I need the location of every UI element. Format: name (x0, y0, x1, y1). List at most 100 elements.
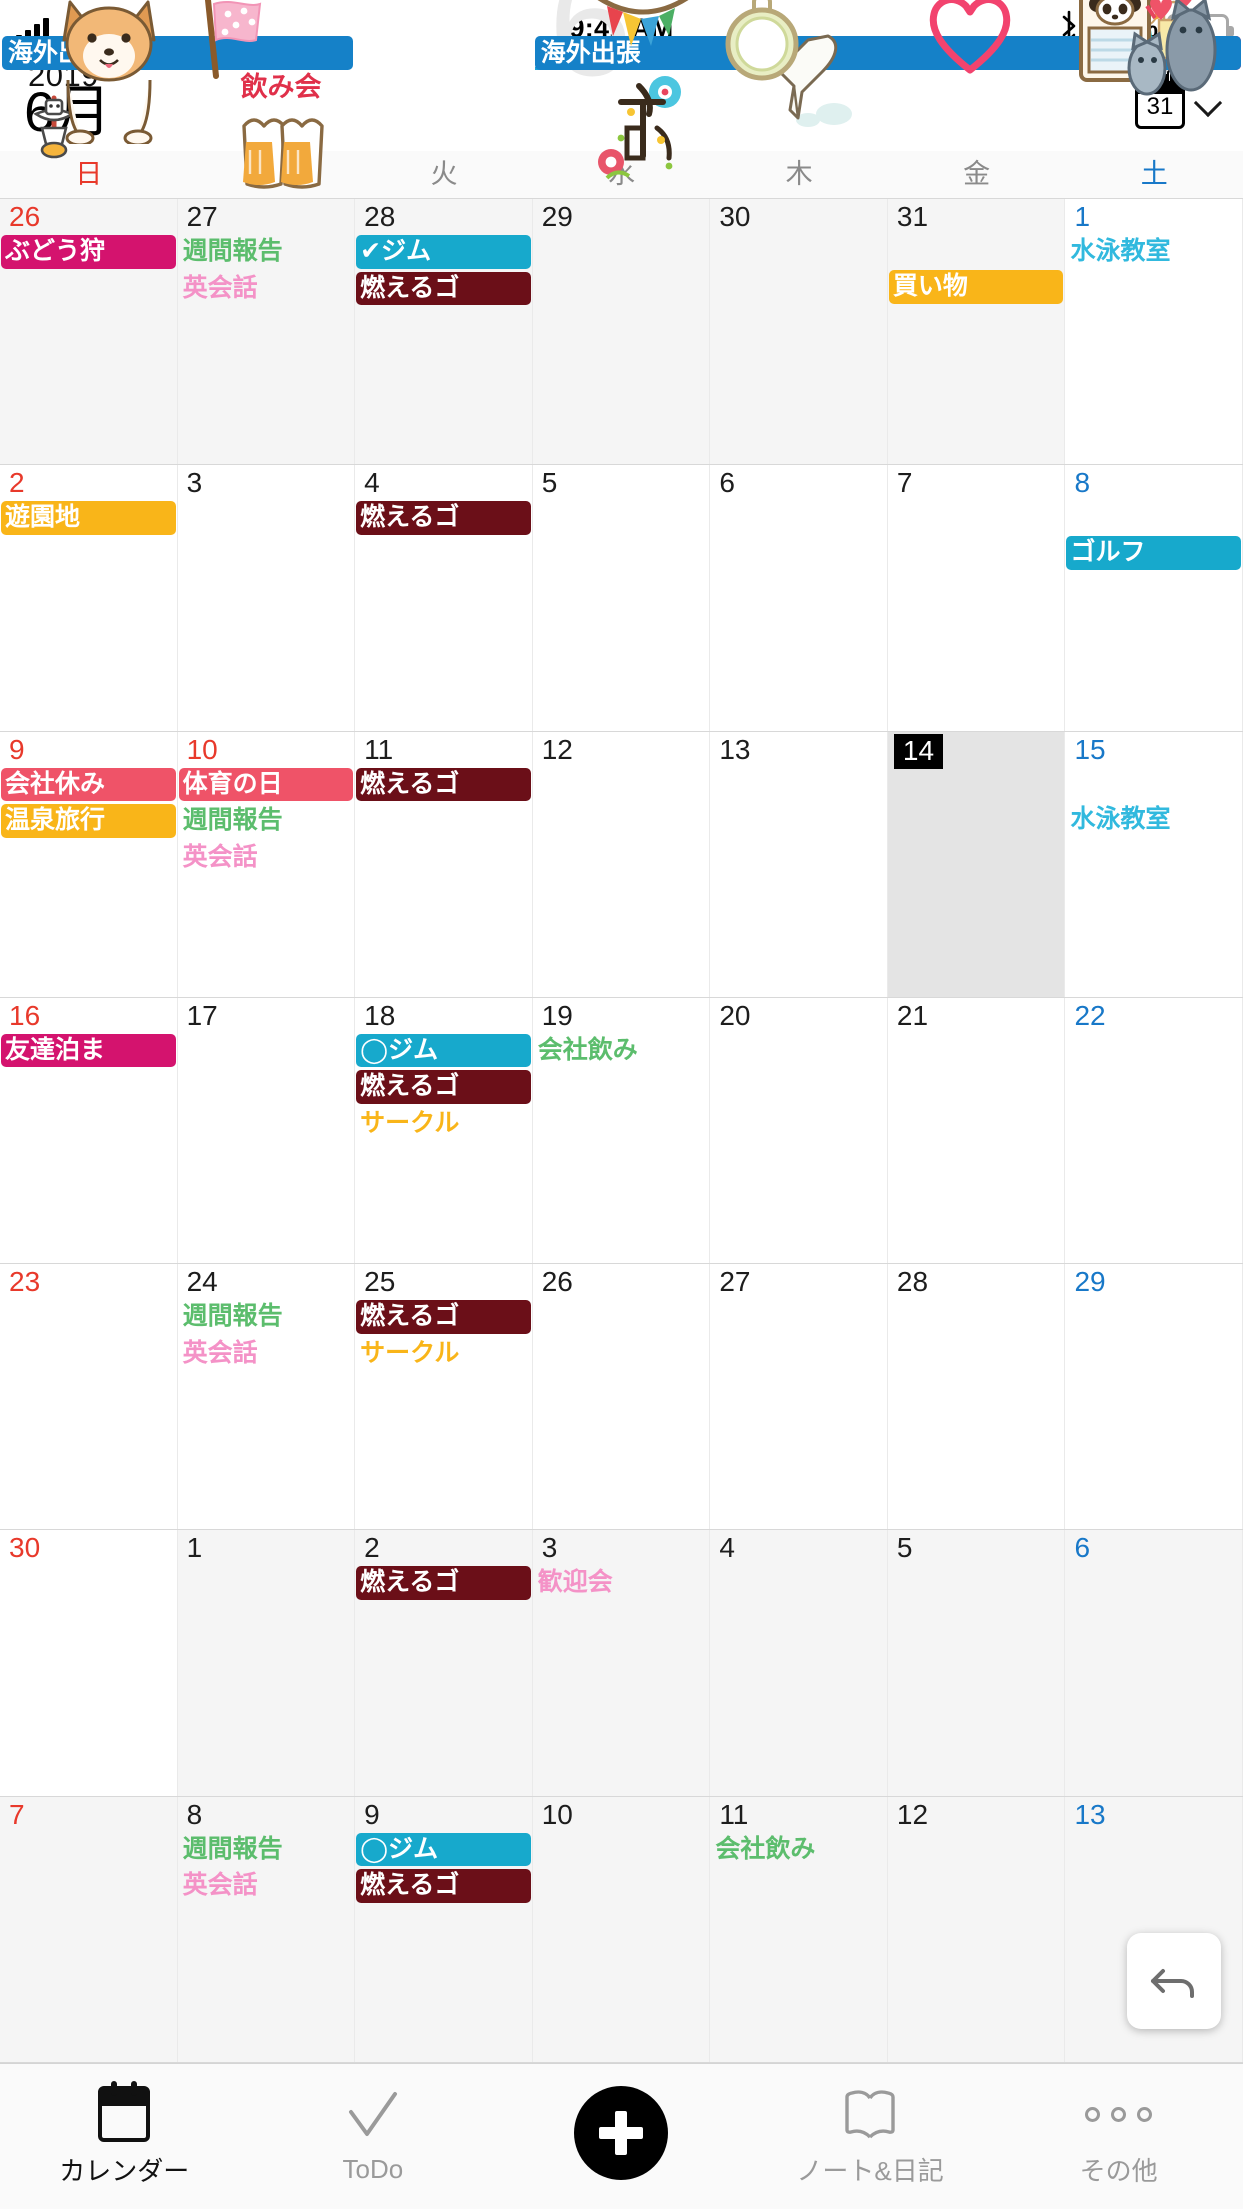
weekday-mon: 月 (252, 159, 280, 189)
day-cell[interactable]: 6 (1065, 1530, 1243, 1796)
day-cell[interactable]: 30 (710, 199, 888, 465)
day-cell[interactable]: 2 燃えるゴ (355, 1530, 533, 1796)
event-chip[interactable]: ◯ジム (356, 1832, 531, 1867)
day-cell[interactable]: 1 水泳教室 (1065, 199, 1243, 465)
event-chip[interactable]: 燃えるゴ (356, 1566, 531, 1600)
event-chip[interactable]: ◯ジム (356, 1033, 531, 1068)
day-cell[interactable]: 12 (887, 1796, 1066, 2062)
event-chip[interactable]: 燃えるゴ (356, 501, 531, 535)
event-chip[interactable]: 燃えるゴ (356, 1869, 531, 1903)
day-cell[interactable]: 21 (887, 997, 1066, 1264)
day-cell[interactable]: 24 週間報告 英会話 (177, 1264, 356, 1530)
day-cell[interactable]: 31 買い物 (887, 199, 1066, 465)
event-chip[interactable]: ゴルフ (1066, 536, 1242, 570)
day-number: 26 (541, 1266, 573, 1298)
event-chip[interactable]: 燃えるゴ (356, 767, 531, 802)
event-chip[interactable]: 会社休み (1, 767, 176, 802)
event-chip[interactable]: 水泳教室 (1066, 803, 1241, 837)
day-cell[interactable]: 27 (710, 1264, 888, 1530)
event-chip[interactable]: 燃えるゴ (356, 1300, 531, 1334)
event-chip[interactable]: サークル (356, 1107, 531, 1141)
event-chip[interactable]: 週間報告 (179, 804, 354, 838)
day-cell[interactable]: 5 (887, 1530, 1066, 1796)
event-chip[interactable]: 会社飲み (534, 1034, 709, 1068)
day-cell[interactable]: 12 (532, 731, 711, 997)
day-cell[interactable]: 28 ✔ジム 燃えるゴ (355, 199, 533, 465)
event-chip[interactable]: 英会話 (179, 272, 354, 306)
day-cell[interactable]: 30 (0, 1530, 178, 1796)
event-chip[interactable]: 温泉旅行 (1, 804, 176, 838)
day-cell[interactable]: 16 友達泊ま (0, 997, 178, 1264)
event-chip[interactable]: 遊園地 (1, 501, 176, 535)
day-cell[interactable]: 11 燃えるゴ (355, 731, 533, 997)
day-number: 22 (1074, 999, 1106, 1031)
day-cell[interactable]: 15 水泳教室 (1065, 731, 1243, 997)
event-chip[interactable]: 会社飲み (711, 1833, 886, 1867)
day-cell[interactable]: 7 (887, 465, 1066, 731)
day-cell[interactable]: 23 (0, 1264, 178, 1530)
day-cell[interactable]: 29 (532, 199, 711, 465)
tab-todo[interactable]: ToDo (249, 2064, 498, 2209)
event-chip[interactable]: 英会話 (179, 1869, 354, 1903)
event-chip[interactable]: 水泳教室 (1066, 235, 1241, 269)
day-cell[interactable]: 3 歓迎会 (532, 1530, 711, 1796)
event-chip[interactable]: 英会話 (179, 841, 354, 875)
day-cell[interactable]: 3 (177, 465, 356, 731)
day-cell[interactable]: 9 会社休み 温泉旅行 (0, 731, 178, 997)
day-cell[interactable]: 11 会社飲み (710, 1796, 888, 2062)
day-cell[interactable]: 29 (1065, 1264, 1243, 1530)
event-chip[interactable]: 週間報告 (179, 1833, 354, 1867)
calendar-week-row: 26 ぶどう狩 27 週間報告 英会話 28 ✔ジム 燃えるゴ 29 30 31 買い物 1 水泳教室 会社… (0, 36, 1243, 466)
day-cell[interactable]: 10 (532, 1796, 711, 2062)
day-cell[interactable]: 2 遊園地 (0, 465, 178, 731)
status-bar-right: 100% (1058, 10, 1234, 47)
event-chip[interactable]: 体育の日 (178, 767, 354, 802)
day-cell[interactable]: 4 (710, 1530, 888, 1796)
day-cell[interactable]: 4 燃えるゴ (355, 465, 533, 731)
day-cell[interactable]: 9 ◯ジム 燃えるゴ (355, 1796, 533, 2062)
event-chip[interactable]: 英会話 (179, 1337, 354, 1371)
day-cell[interactable]: 20 (710, 997, 888, 1264)
day-cell[interactable]: 18 ◯ジム 燃えるゴ サークル (355, 997, 533, 1264)
day-cell[interactable]: 22 (1065, 997, 1243, 1264)
tab-note-diary[interactable]: ノート&日記 (746, 2064, 995, 2209)
tab-add[interactable] (497, 2064, 746, 2209)
day-cell[interactable]: 5 (532, 465, 711, 731)
day-cell[interactable]: 7 (0, 1796, 178, 2062)
day-cell[interactable]: 6 (710, 465, 888, 731)
day-cell[interactable]: 26 ぶどう狩 (0, 199, 178, 465)
day-cell[interactable]: 17 (177, 997, 356, 1264)
date-picker-button[interactable]: 31 (1135, 70, 1221, 129)
day-number: 25 (364, 1266, 396, 1298)
day-cell[interactable]: 28 (887, 1264, 1066, 1530)
day-number: 21 (896, 999, 929, 1031)
day-cell[interactable]: 19 会社飲み (532, 997, 711, 1264)
event-chip[interactable]: 友達泊ま (1, 1033, 176, 1068)
day-cell[interactable]: 27 週間報告 英会話 (177, 199, 356, 465)
day-cell[interactable]: 26 (532, 1264, 711, 1530)
day-cell[interactable]: 13 (710, 731, 888, 997)
day-number: 23 (9, 1266, 41, 1298)
tab-calendar[interactable]: カレンダー (0, 2064, 249, 2209)
event-chip[interactable]: 歓迎会 (534, 1566, 709, 1600)
day-cell[interactable]: 8 ゴルフ (1065, 465, 1243, 731)
day-cell[interactable]: 10 体育の日 週間報告 英会話 (177, 731, 356, 997)
undo-button[interactable] (1127, 1933, 1221, 2029)
event-chip[interactable]: 燃えるゴ (356, 1070, 531, 1104)
event-chip[interactable]: 週間報告 (179, 235, 354, 269)
event-chip[interactable]: ✔ジム (356, 235, 531, 269)
day-cell[interactable]: 1 (177, 1530, 356, 1796)
event-chip[interactable]: ぶどう狩 (1, 235, 176, 269)
event-chip[interactable]: サークル (356, 1337, 531, 1371)
day-number: 10 (186, 733, 218, 765)
event-chip[interactable]: 週間報告 (179, 1300, 354, 1334)
day-events: 水泳教室 (1065, 235, 1242, 272)
add-plus-fab-icon[interactable] (574, 2085, 669, 2184)
day-cell[interactable]: 25 燃えるゴ サークル (355, 1264, 533, 1530)
weekday-tue: 火 (430, 159, 458, 189)
event-chip[interactable]: 買い物 (888, 270, 1064, 304)
day-cell[interactable]: 8 週間報告 英会話 (177, 1796, 356, 2062)
tab-more[interactable]: その他 (994, 2064, 1243, 2209)
event-chip[interactable]: 燃えるゴ (356, 271, 531, 305)
day-cell[interactable]: 14 (887, 731, 1066, 997)
